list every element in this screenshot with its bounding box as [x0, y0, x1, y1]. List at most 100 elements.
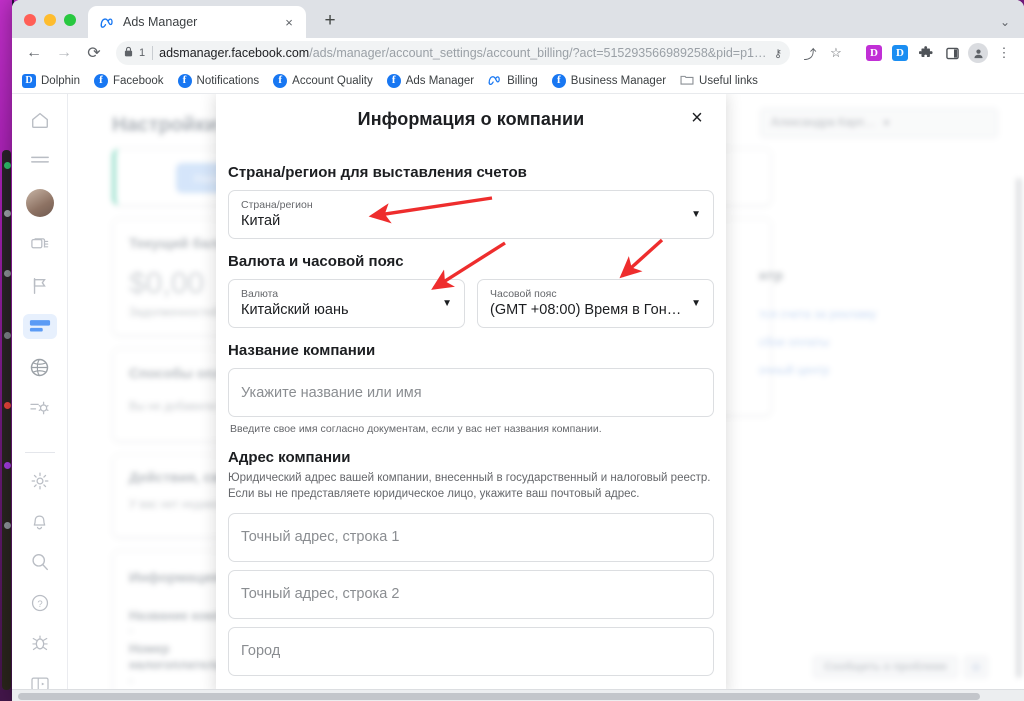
menu-icon[interactable]	[23, 149, 57, 174]
bookmark-billing[interactable]: Billing	[488, 74, 538, 88]
facebook-icon: f	[386, 73, 401, 88]
help-icon[interactable]: ?	[23, 590, 57, 615]
currency-select[interactable]: Валюта Китайский юань ▼	[228, 279, 465, 328]
modal-title: Информация о компании	[357, 108, 585, 129]
password-key-icon[interactable]: ⚷	[774, 47, 782, 60]
tab-title: Ads Manager	[123, 15, 198, 29]
gear-icon[interactable]	[23, 469, 57, 494]
balance-amount: $0,00	[129, 267, 205, 300]
bookmark-label: Business Manager	[570, 74, 667, 87]
help-card-title: нтр	[759, 267, 783, 283]
meta-icon	[488, 74, 502, 88]
dock-dot-gray	[4, 210, 11, 217]
window-horizontal-scrollbar[interactable]	[12, 689, 1024, 701]
timezone-select[interactable]: Часовой пояс (GMT +08:00) Время в Гонк… …	[477, 279, 714, 328]
help-link-3[interactable]: очный центр	[759, 363, 829, 377]
flag-icon[interactable]	[23, 274, 57, 299]
bookmark-label: Facebook	[113, 74, 164, 87]
forward-button[interactable]: →	[50, 39, 78, 67]
browser-toolbar: ← → ⟳ 1 adsmanager.facebook.com/ads/mana…	[12, 38, 1024, 68]
bookmark-useful-links[interactable]: Useful links	[680, 74, 758, 88]
left-nav-rail: ?	[12, 94, 68, 696]
bookmark-facebook[interactable]: f Facebook	[94, 73, 164, 88]
tab-group-number: 1	[139, 46, 154, 60]
bookmark-star-icon[interactable]: ☆	[824, 41, 848, 65]
bookmark-business-manager[interactable]: f Business Manager	[551, 73, 667, 88]
chevron-down-icon[interactable]: ⌄	[1000, 15, 1010, 29]
bookmark-account-quality[interactable]: f Account Quality	[273, 73, 373, 88]
city-input[interactable]: Город	[241, 643, 280, 659]
company-information-modal: Информация о компании × Страна/регион дл…	[216, 94, 726, 696]
bookmarks-bar: D Dolphin f Facebook f Notifications f A…	[12, 68, 1024, 94]
chevron-down-icon: ▼	[691, 298, 701, 309]
currency-timezone-section-title: Валюта и часовой пояс	[228, 253, 404, 270]
bell-icon[interactable]	[23, 509, 57, 534]
globe-icon[interactable]	[23, 355, 57, 380]
close-window-button[interactable]	[24, 14, 36, 26]
url-path: /ads/manager/account_settings/account_bi…	[309, 46, 767, 60]
facebook-icon: f	[551, 73, 566, 88]
modal-header: Информация о компании ×	[216, 94, 726, 144]
billing-country-section-title: Страна/регион для выставления счетов	[228, 164, 527, 181]
chevron-down-icon: ▼	[691, 209, 701, 220]
bookmark-ads-manager[interactable]: f Ads Manager	[386, 73, 475, 88]
address-line-2-input-wrapper[interactable]: Точный адрес, строка 2	[228, 569, 714, 619]
back-button[interactable]: ←	[20, 39, 48, 67]
new-tab-button[interactable]: +	[316, 7, 344, 35]
settings-list-icon[interactable]	[23, 395, 57, 420]
address-line-1-input-wrapper[interactable]: Точный адрес, строка 1	[228, 512, 714, 562]
address-line-1-input[interactable]: Точный адрес, строка 1	[241, 529, 399, 545]
bookmark-label: Ads Manager	[405, 74, 475, 87]
close-icon[interactable]: ×	[280, 13, 298, 31]
close-icon[interactable]: ×	[684, 105, 710, 131]
timezone-label: Часовой пояс	[490, 288, 557, 300]
bookmark-dolphin[interactable]: D Dolphin	[22, 73, 80, 88]
facebook-icon: f	[273, 73, 288, 88]
dolphin-extension-icon[interactable]: D	[862, 41, 886, 65]
company-name-input-wrapper[interactable]: Укажите название или имя	[228, 368, 714, 417]
account-selector[interactable]: Александра Карпова (51529356698… ▼	[760, 108, 998, 138]
avatar[interactable]	[23, 189, 57, 218]
dock-dot-gray-3	[4, 332, 11, 339]
dock-dot-purple	[4, 462, 11, 469]
help-link-1[interactable]: тся счета за рекламу	[759, 307, 876, 321]
address-line-2-input[interactable]: Точный адрес, строка 2	[241, 586, 399, 602]
share-icon[interactable]: ⤴	[798, 41, 822, 65]
browser-tab-ads-manager[interactable]: Ads Manager ×	[88, 6, 306, 38]
page-viewport: ? Настройки платежей Александра Карпов ▼…	[12, 94, 1024, 696]
second-extension-badge: D	[892, 45, 908, 61]
home-icon[interactable]	[23, 108, 57, 133]
second-extension-icon[interactable]: D	[888, 41, 912, 65]
facebook-icon: f	[94, 73, 108, 88]
help-link-2[interactable]: сбое оплаты	[759, 335, 829, 349]
minimize-window-button[interactable]	[44, 14, 56, 26]
browser-menu-button[interactable]: ⋮	[992, 41, 1016, 65]
dolphin-icon: D	[22, 73, 36, 88]
page-scrollbar[interactable]	[1016, 178, 1022, 678]
reload-button[interactable]: ⟳	[80, 39, 108, 67]
window-controls	[12, 14, 88, 38]
search-icon[interactable]	[23, 550, 57, 575]
side-panel-icon[interactable]	[940, 41, 964, 65]
collection-icon[interactable]	[23, 233, 57, 258]
company-name-section-title: Название компании	[228, 342, 376, 359]
globe-icon[interactable]: ⊕	[964, 656, 988, 678]
bug-icon[interactable]	[23, 631, 57, 656]
dock-dot-gray-4	[4, 522, 11, 529]
currency-label: Валюта	[241, 288, 279, 300]
dock-dot-green	[4, 162, 11, 169]
profile-button[interactable]	[966, 41, 990, 65]
bookmark-notifications[interactable]: f Notifications	[177, 73, 259, 88]
scrollbar-thumb[interactable]	[18, 693, 980, 700]
maximize-window-button[interactable]	[64, 14, 76, 26]
city-input-wrapper[interactable]: Город	[228, 626, 714, 676]
address-bar[interactable]: 1 adsmanager.facebook.com/ads/manager/ac…	[116, 41, 790, 65]
chevron-down-icon: ▼	[882, 118, 891, 128]
company-name-helper-text: Введите свое имя согласно документам, ес…	[230, 423, 602, 435]
sidebar-item-billing[interactable]	[22, 314, 57, 339]
report-problem-button[interactable]: Сообщить о проблеме	[813, 656, 958, 678]
currency-timezone-row: Валюта Китайский юань ▼ Часовой пояс (GM…	[228, 279, 714, 328]
puzzle-icon[interactable]	[914, 41, 938, 65]
country-region-select[interactable]: Страна/регион Китай ▼	[228, 190, 714, 239]
company-name-input[interactable]: Укажите название или имя	[241, 385, 422, 401]
